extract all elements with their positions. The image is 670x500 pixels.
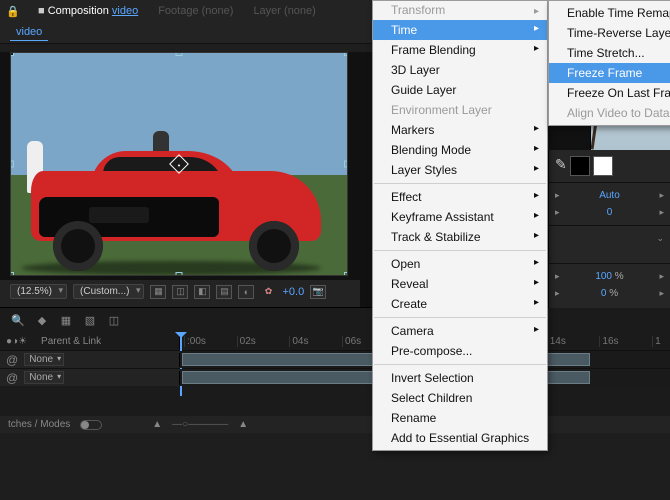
menu-item[interactable]: Create <box>373 294 547 314</box>
layer-row[interactable]: @ None <box>0 368 670 386</box>
menu-item[interactable]: Reveal <box>373 274 547 294</box>
submenu-item[interactable]: Freeze On Last Frame <box>549 83 670 103</box>
pickwhip-icon[interactable]: @ <box>6 353 18 367</box>
menu-item[interactable]: Effect <box>373 187 547 207</box>
submenu-item[interactable]: Time Stretch... <box>549 43 670 63</box>
menu-item[interactable]: Keyframe Assistant <box>373 207 547 227</box>
swatch-background[interactable] <box>593 156 613 176</box>
toggle-mask-icon[interactable]: ◫ <box>172 285 188 299</box>
composition-name[interactable]: video <box>112 5 138 17</box>
menu-item[interactable]: Frame Blending <box>373 40 547 60</box>
layer-context-menu: Transform TimeFrame Blending3D LayerGuid… <box>372 0 548 451</box>
transform-handle[interactable] <box>10 272 14 276</box>
tl-layer-icon[interactable]: ▦ <box>58 312 74 328</box>
transform-handle[interactable] <box>10 161 14 168</box>
panel-row[interactable]: ⌄ <box>555 230 664 247</box>
panel-row[interactable]: ▸0 %▸ <box>555 285 664 302</box>
menu-item[interactable]: Select Children <box>373 388 547 408</box>
ruler-tick: 16s <box>599 336 652 347</box>
submenu-item[interactable]: Time-Reverse Layer <box>549 23 670 43</box>
channel-icon[interactable]: ◐ <box>238 285 254 299</box>
chevron-right-icon: ▸ <box>555 207 560 218</box>
columns-header: ●◑☀ Parent & Link <box>0 333 180 349</box>
eyedropper-icon[interactable]: ✎ <box>555 156 567 176</box>
toggle-alpha-icon[interactable]: ▦ <box>150 285 166 299</box>
pickwhip-icon[interactable]: @ <box>6 371 18 385</box>
menu-item[interactable]: Layer Styles <box>373 160 547 180</box>
menu-item[interactable]: Pre-compose... <box>373 341 547 361</box>
ruler-tick: 04s <box>289 336 342 347</box>
exposure-value[interactable]: +0.0 <box>282 286 304 298</box>
transform-handle[interactable] <box>176 52 183 56</box>
paint-swatches: ✎ <box>555 156 664 176</box>
chevron-right-icon: ▸ <box>555 190 560 201</box>
menu-item[interactable]: Markers <box>373 120 547 140</box>
panel-row[interactable]: ▸0▸ <box>555 204 664 221</box>
menu-item[interactable]: Guide Layer <box>373 80 547 100</box>
menu-item[interactable]: Time <box>373 20 547 40</box>
region-icon[interactable]: ◧ <box>194 285 210 299</box>
swatch-foreground[interactable] <box>570 156 590 176</box>
timeline-toolbar: 🔍 ◆ ▦ ▧ ◫ <box>0 308 670 332</box>
footage-label: Footage (none) <box>158 5 233 17</box>
parent-dropdown[interactable]: None <box>24 353 64 366</box>
color-mgmt-icon[interactable]: ✿ <box>260 285 276 299</box>
right-panel: ✎ ▸Auto▸ ▸0▸ ⌄ ▸100 %▸ ▸0 %▸ <box>548 150 670 308</box>
menu-item[interactable]: Camera <box>373 321 547 341</box>
ruler-tick: 14s <box>547 336 600 347</box>
menu-item[interactable]: 3D Layer <box>373 60 547 80</box>
resolution-dropdown[interactable]: (Custom...) <box>73 284 144 299</box>
transform-handle[interactable] <box>344 52 348 56</box>
viewer-controls: (12.5%) (Custom...) ▦ ◫ ◧ ▤ ◐ ✿ +0.0 📷 <box>0 280 360 307</box>
menu-item[interactable]: Rename <box>373 408 547 428</box>
menu-item[interactable]: Invert Selection <box>373 368 547 388</box>
menu-item[interactable]: Open <box>373 254 547 274</box>
ruler-tick: :00s <box>184 336 237 347</box>
menu-item-transform[interactable]: Transform <box>373 3 547 20</box>
tl-fx-icon[interactable]: ▧ <box>82 312 98 328</box>
menu-item[interactable]: Blending Mode <box>373 140 547 160</box>
tl-tag-icon[interactable]: ◆ <box>34 312 50 328</box>
layer-label: Layer (none) <box>253 5 315 17</box>
timeline-footer: tches / Modes ▲ —○———— ▲ <box>0 416 670 433</box>
ruler-tick: 1 <box>652 336 670 347</box>
layer-row[interactable]: @ None <box>0 350 670 368</box>
composition-viewer[interactable] <box>10 52 348 276</box>
grid-icon[interactable]: ▤ <box>216 285 232 299</box>
menu-item[interactable]: Add to Essential Graphics <box>373 428 547 448</box>
menu-item: Environment Layer <box>373 100 547 120</box>
submenu-item[interactable]: Freeze Frame <box>549 63 670 83</box>
transform-handle[interactable] <box>10 52 14 56</box>
zoom-dropdown[interactable]: (12.5%) <box>10 284 67 299</box>
transform-handle[interactable] <box>344 272 348 276</box>
parent-dropdown[interactable]: None <box>24 371 64 384</box>
submenu-item: Align Video to Data <box>549 103 670 123</box>
menu-item[interactable]: Track & Stabilize <box>373 227 547 247</box>
snapshot-icon[interactable]: 📷 <box>310 285 326 299</box>
panel-row[interactable]: ▸100 %▸ <box>555 268 664 285</box>
time-submenu: Enable Time RemappingTime-Reverse LayerT… <box>548 0 670 126</box>
ruler-tick: 02s <box>237 336 290 347</box>
tl-search-icon[interactable]: 🔍 <box>10 312 26 328</box>
transform-handle[interactable] <box>344 161 348 168</box>
panel-type: Composition <box>48 5 109 17</box>
lock-icon[interactable]: 🔒 <box>6 5 18 17</box>
transform-handle[interactable] <box>176 272 183 276</box>
tl-graph-icon[interactable]: ◫ <box>106 312 122 328</box>
timeline-panel: 🔍 ◆ ▦ ▧ ◫ ●◑☀ Parent & Link :00s 02s 04s… <box>0 307 670 433</box>
time-ruler[interactable]: ●◑☀ Parent & Link :00s 02s 04s 06s 14s 1… <box>0 332 670 350</box>
tab-video[interactable]: video <box>10 24 48 41</box>
footer-label: tches / Modes <box>8 419 70 430</box>
panel-row[interactable]: ▸Auto▸ <box>555 187 664 204</box>
toggle-switches[interactable] <box>80 420 102 430</box>
submenu-item[interactable]: Enable Time Remapping <box>549 3 670 23</box>
